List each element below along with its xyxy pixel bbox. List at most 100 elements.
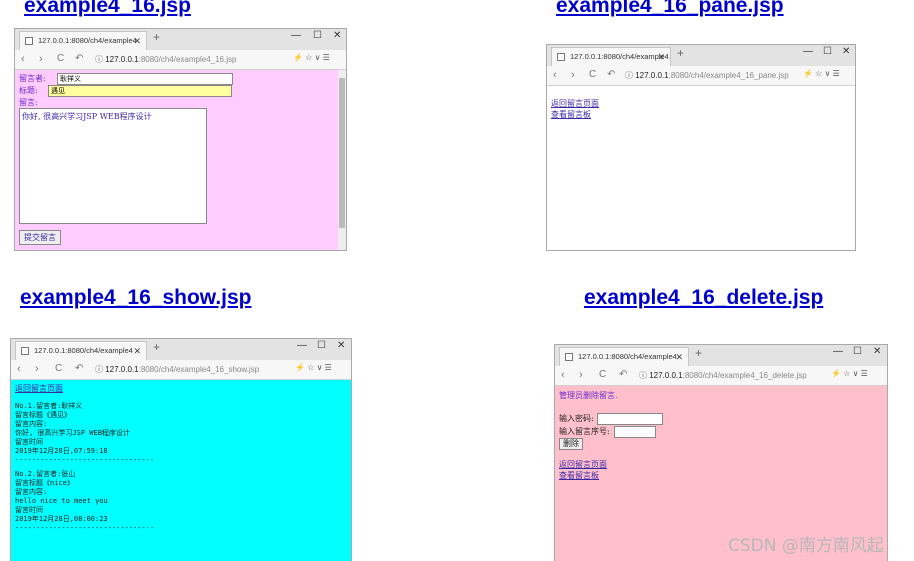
name-label: 留言者: [19,74,46,83]
csdn-watermark: CSDN @南方南风起 [728,536,884,556]
minimize-button[interactable]: — [803,46,813,57]
reload-icon[interactable]: C [589,68,596,82]
serial-input[interactable] [614,426,656,438]
forward-icon[interactable]: › [39,52,43,66]
new-tab-button[interactable]: + [677,46,684,60]
page-icon [21,347,29,355]
maximize-button[interactable]: ☐ [853,346,862,357]
browser-tab[interactable]: 127.0.0.1:8080/ch4/example4 ✕ [551,47,671,66]
address-bar: ‹ › C ↶ ⓘ 127.0.0.1:8080/ch4/example4_16… [547,66,855,86]
address-bar: ‹ › C ↶ ⓘ 127.0.0.1:8080/ch4/example4_16… [555,366,887,386]
close-window-button[interactable]: ✕ [337,340,345,351]
page-icon [565,353,573,361]
entry-author: No.1.留言者:耿祥义 [15,402,83,410]
toolbar-icons[interactable]: ⚡ ☆ ∨ ☰ [803,69,840,78]
heading-example4-16-delete: example4_16_delete.jsp [584,286,824,309]
browser-tab[interactable]: 127.0.0.1:8080/ch4/example4 ✕ [19,31,147,50]
back-icon[interactable]: ‹ [553,68,557,82]
minimize-button[interactable]: — [833,346,843,357]
undo-icon[interactable]: ↶ [75,52,83,66]
entry-time-label: 留言时间 [15,506,43,514]
reload-icon[interactable]: C [55,362,62,376]
view-board-link[interactable]: 查看留言板 [551,109,599,120]
title-input[interactable]: 遇见 [48,85,232,97]
reload-icon[interactable]: C [599,368,606,382]
message-textarea[interactable]: 你好, 很高兴学习JSP WEB程序设计 [19,108,207,224]
entry-author: No.2.留言者:张山 [15,470,76,478]
tab-bar: 127.0.0.1:8080/ch4/example4 ✕ + — ☐ ✕ [547,45,855,66]
forward-icon[interactable]: › [579,368,583,382]
scrollbar-thumb[interactable] [339,78,345,228]
forward-icon[interactable]: › [35,362,39,376]
url-host: 127.0.0.1 [105,55,139,64]
tab-bar: 127.0.0.1:8080/ch4/example4 ✕ + — ☐ ✕ [555,345,887,366]
browser-tab[interactable]: 127.0.0.1:8080/ch4/example4 ✕ [15,341,147,360]
page-icon [25,37,33,45]
tab-title: 127.0.0.1:8080/ch4/example4 [38,36,137,45]
minimize-button[interactable]: — [297,340,307,351]
toolbar-icons[interactable]: ⚡ ☆ ∨ ☰ [831,369,868,378]
url-host: 127.0.0.1 [649,371,683,380]
submit-button[interactable]: 提交留言 [19,230,61,245]
new-tab-button[interactable]: + [153,30,160,44]
tab-close-icon[interactable]: ✕ [133,342,141,360]
message-entry: No.2.留言者:张山 留言标题《nice》 留言内容: hello nice … [15,470,154,533]
back-to-message-link[interactable]: 返回留言页面 [559,459,607,470]
undo-icon[interactable]: ↶ [75,362,83,376]
toolbar-icons[interactable]: ⚡ ☆ ∨ ☰ [293,53,330,62]
back-icon[interactable]: ‹ [21,52,25,66]
maximize-button[interactable]: ☐ [313,30,322,41]
entry-content: 你好, 很高兴学习JSP WEB程序设计 [15,429,130,437]
info-icon: ⓘ [95,365,103,374]
maximize-button[interactable]: ☐ [317,340,326,351]
url-host: 127.0.0.1 [635,71,669,80]
url-field[interactable]: ⓘ 127.0.0.1:8080/ch4/example4_16_delete.… [639,370,807,381]
url-path: :8080/ch4/example4_16_delete.jsp [682,371,807,380]
tab-close-icon[interactable]: ✕ [675,348,683,366]
new-tab-button[interactable]: + [695,346,702,360]
password-label: 输入密码: [559,414,594,423]
url-field[interactable]: ⓘ 127.0.0.1:8080/ch4/example4_16_show.js… [95,364,259,375]
reload-icon[interactable]: C [57,52,64,66]
tab-close-icon[interactable]: ✕ [133,32,141,50]
maximize-button[interactable]: ☐ [823,46,832,57]
back-icon[interactable]: ‹ [561,368,565,382]
entry-time: 2019年12月28日,08:00:23 [15,515,108,523]
scrollbar[interactable] [338,70,346,250]
back-to-message-link[interactable]: 返回留言页面 [15,383,63,394]
heading-example4-16: example4_16.jsp [24,0,191,17]
toolbar-icons[interactable]: ⚡ ☆ ∨ ☰ [295,363,332,372]
page-content: 留言者: 耿祥义 标题: 遇见 留言: 你好, 很高兴学习JSP WEB程序设计… [15,70,346,250]
serial-label: 输入留言序号: [559,427,610,436]
url-field[interactable]: ⓘ 127.0.0.1:8080/ch4/example4_16.jsp [95,54,236,65]
url-field[interactable]: ⓘ 127.0.0.1:8080/ch4/example4_16_pane.js… [625,70,789,81]
close-window-button[interactable]: ✕ [333,30,341,41]
tab-title: 127.0.0.1:8080/ch4/example4 [34,346,133,355]
back-to-message-link[interactable]: 返回留言页面 [551,98,599,109]
forward-icon[interactable]: › [571,68,575,82]
url-path: :8080/ch4/example4_16_pane.jsp [668,71,789,80]
info-icon: ⓘ [639,371,647,380]
back-icon[interactable]: ‹ [17,362,21,376]
heading-example4-16-show: example4_16_show.jsp [20,286,252,309]
close-window-button[interactable]: ✕ [873,346,881,357]
view-board-link[interactable]: 查看留言板 [559,470,607,481]
close-window-button[interactable]: ✕ [842,46,850,57]
page-content: 返回留言页面 No.1.留言者:耿祥义 留言标题《遇见》 留言内容: 你好, 很… [11,380,351,561]
password-input[interactable] [597,413,663,425]
title-label: 标题: [19,86,38,95]
new-tab-button[interactable]: + [153,340,160,354]
heading-example4-16-pane: example4_16_pane.jsp [556,0,784,17]
message-entry: No.1.留言者:耿祥义 留言标题《遇见》 留言内容: 你好, 很高兴学习JSP… [15,402,154,465]
browser-window-pane: 127.0.0.1:8080/ch4/example4 ✕ + — ☐ ✕ ‹ … [546,44,856,251]
tab-title: 127.0.0.1:8080/ch4/example4 [578,352,677,361]
minimize-button[interactable]: — [291,30,301,41]
undo-icon[interactable]: ↶ [619,368,627,382]
url-path: :8080/ch4/example4_16_show.jsp [138,365,260,374]
name-input[interactable]: 耿祥义 [57,73,233,85]
delete-button[interactable]: 删除 [559,438,583,450]
tab-close-icon[interactable]: ✕ [657,48,665,66]
browser-tab[interactable]: 127.0.0.1:8080/ch4/example4 ✕ [559,347,689,366]
entry-content-label: 留言内容: [15,420,48,428]
undo-icon[interactable]: ↶ [607,68,615,82]
